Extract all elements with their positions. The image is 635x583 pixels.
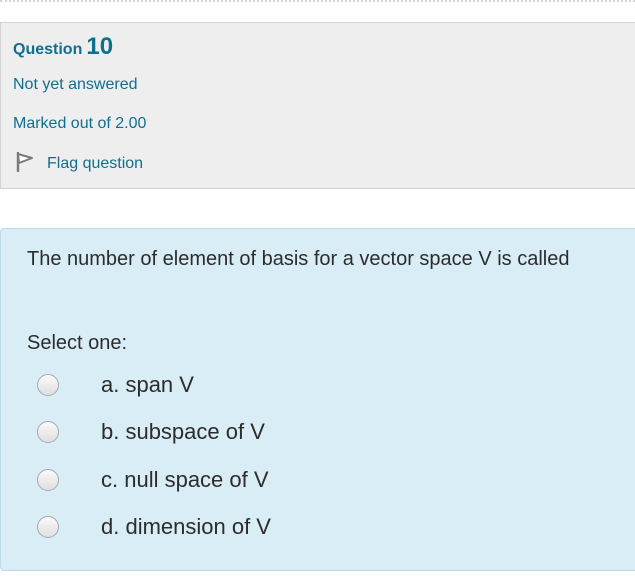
question-title: Question 10 (13, 33, 113, 61)
select-one-prompt: Select one: (27, 332, 128, 354)
answer-option-a[interactable]: a. span V (37, 371, 194, 399)
answer-option-d[interactable]: d. dimension of V (37, 513, 271, 541)
question-text: The number of element of basis for a vec… (27, 248, 570, 270)
radio-button-c[interactable] (37, 469, 59, 491)
radio-button-d[interactable] (37, 516, 59, 538)
flag-question-label: Flag question (47, 155, 144, 172)
answer-label-a[interactable]: a. span V (101, 372, 194, 398)
question-state: Not yet answered (13, 76, 138, 93)
radio-button-b[interactable] (37, 421, 59, 443)
question-word: Question (13, 41, 83, 58)
question-number: 10 (86, 33, 114, 60)
answer-label-d[interactable]: d. dimension of V (101, 514, 271, 540)
radio-button-a[interactable] (37, 374, 59, 396)
top-dotted-divider (0, 0, 635, 6)
question-grade: Marked out of 2.00 (13, 115, 147, 132)
answer-option-b[interactable]: b. subspace of V (37, 418, 265, 446)
question-content-panel: The number of element of basis for a vec… (0, 228, 635, 571)
flag-question-button[interactable]: Flag question (15, 151, 144, 177)
question-info-panel: Question 10 Not yet answered Marked out o… (0, 22, 635, 189)
flag-icon (15, 151, 35, 177)
answer-option-c[interactable]: c. null space of V (37, 466, 269, 494)
answer-label-b[interactable]: b. subspace of V (101, 419, 265, 445)
answer-label-c[interactable]: c. null space of V (101, 467, 269, 493)
